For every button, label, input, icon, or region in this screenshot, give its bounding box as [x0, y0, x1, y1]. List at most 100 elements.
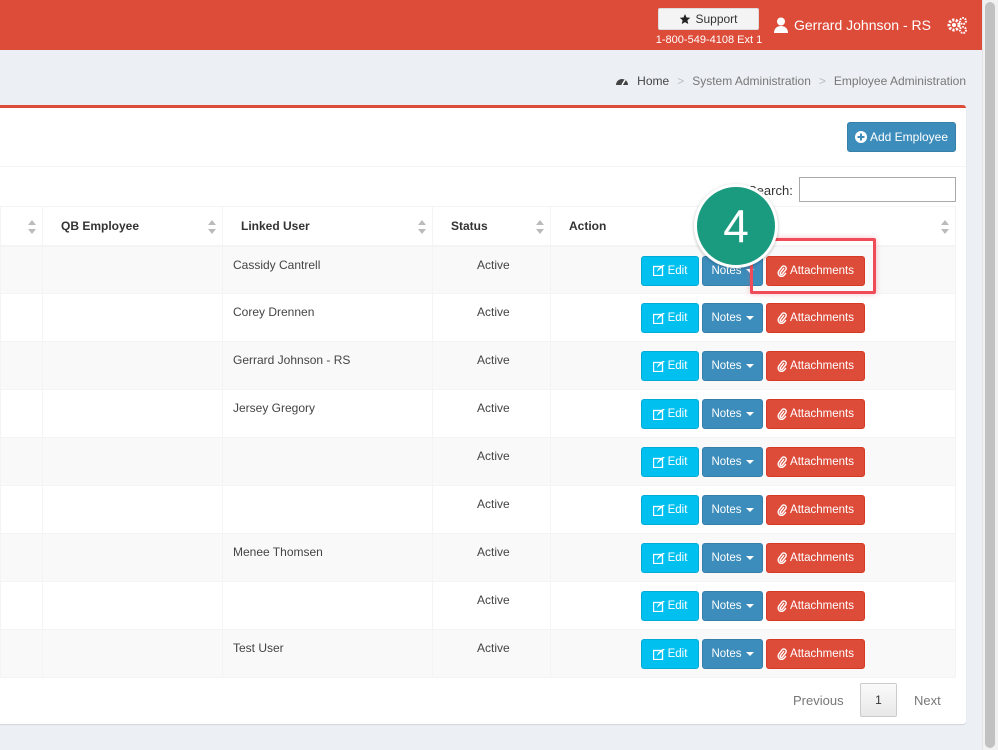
qb-employee-cell — [42, 437, 223, 486]
status-cell: Active — [432, 581, 551, 630]
linked-user-cell: Corey Drennen — [222, 293, 433, 342]
notes-dropdown-button[interactable]: Notes — [702, 303, 763, 333]
linked-user-cell: Test User — [222, 629, 433, 678]
status-cell: Active — [432, 485, 551, 534]
breadcrumb-separator: > — [677, 74, 685, 88]
edit-icon — [652, 265, 665, 276]
edit-label: Edit — [667, 408, 688, 420]
attachments-button[interactable]: Attachments — [766, 447, 865, 477]
notes-dropdown-button[interactable]: Notes — [702, 639, 763, 669]
attachments-button[interactable]: Attachments — [766, 591, 865, 621]
edit-button[interactable]: Edit — [641, 543, 699, 573]
notes-label: Notes — [711, 312, 742, 324]
notes-dropdown-button[interactable]: Notes — [702, 543, 763, 573]
box-header-divider — [0, 166, 966, 167]
support-phone: 1-800-549-4108 Ext 1 — [655, 34, 763, 46]
scrollbar-thumb[interactable] — [985, 2, 995, 748]
notes-label: Notes — [711, 552, 742, 564]
paperclip-icon — [777, 600, 787, 612]
name-cell — [0, 485, 43, 534]
table-row: Jersey Gregory Active Edit Notes Attachments — [0, 389, 956, 438]
linked-user-cell: Cassidy Cantrell — [222, 245, 433, 294]
qb-employee-cell — [42, 629, 223, 678]
attachments-button[interactable]: Attachments — [766, 543, 865, 573]
name-cell — [0, 533, 43, 582]
column-header-status[interactable]: Status — [432, 206, 551, 247]
edit-button[interactable]: Edit — [641, 351, 699, 381]
caret-down-icon — [745, 556, 754, 560]
edit-label: Edit — [667, 312, 688, 324]
pagination-next[interactable]: Next — [914, 693, 941, 708]
notes-dropdown-button[interactable]: Notes — [702, 495, 763, 525]
user-name: Gerrard Johnson - RS — [794, 17, 931, 33]
column-header-label: QB Employee — [61, 218, 140, 233]
support-button[interactable]: Support — [658, 8, 759, 30]
edit-button[interactable]: Edit — [641, 639, 699, 669]
attachments-button[interactable]: Attachments — [766, 351, 865, 381]
user-icon — [774, 17, 788, 33]
column-header-qb-employee[interactable]: QB Employee — [42, 206, 223, 247]
edit-icon — [652, 504, 665, 516]
employee-box: Add Employee Search: QB Employee Linked … — [0, 105, 966, 724]
top-navbar: Support 1-800-549-4108 Ext 1 Gerrard Joh… — [0, 0, 982, 50]
pagination-previous[interactable]: Previous — [793, 693, 844, 708]
user-menu[interactable]: Gerrard Johnson - RS — [774, 16, 931, 34]
edit-button[interactable]: Edit — [641, 399, 699, 429]
column-header-linked-user[interactable]: Linked User — [222, 206, 433, 247]
notes-dropdown-button[interactable]: Notes — [702, 399, 763, 429]
edit-button[interactable]: Edit — [641, 447, 699, 477]
edit-icon — [652, 456, 665, 468]
attachments-button[interactable]: Attachments — [766, 399, 865, 429]
name-cell — [0, 581, 43, 630]
edit-icon — [652, 360, 665, 372]
add-employee-button[interactable]: Add Employee — [847, 122, 956, 152]
column-header-label: Linked User — [241, 218, 310, 233]
pagination-page[interactable]: 1 — [860, 683, 897, 717]
edit-icon — [652, 552, 665, 564]
name-cell — [0, 293, 43, 342]
edit-button[interactable]: Edit — [641, 255, 699, 286]
edit-label: Edit — [667, 648, 688, 660]
dashboard-icon — [616, 79, 629, 86]
notes-label: Notes — [711, 600, 742, 612]
table-row: Active Edit Notes Attachments — [0, 437, 956, 486]
attachments-label: Attachments — [790, 408, 854, 420]
caret-down-icon — [745, 460, 754, 464]
paperclip-icon — [777, 408, 787, 420]
notes-dropdown-button[interactable]: Notes — [702, 591, 763, 621]
caret-down-icon — [745, 652, 754, 656]
table-row: Active Edit Notes Attachments — [0, 485, 956, 534]
column-header-name[interactable] — [0, 206, 43, 247]
name-cell — [0, 389, 43, 438]
breadcrumb-home[interactable]: Home — [637, 74, 669, 88]
notes-dropdown-button[interactable]: Notes — [702, 351, 763, 381]
paperclip-icon — [777, 312, 787, 324]
gears-icon[interactable] — [946, 15, 968, 35]
linked-user-cell: Gerrard Johnson - RS — [222, 341, 433, 390]
linked-user-cell: Jersey Gregory — [222, 389, 433, 438]
status-cell: Active — [432, 437, 551, 486]
attachments-button[interactable]: Attachments — [766, 495, 865, 525]
status-cell: Active — [432, 629, 551, 678]
attachments-label: Attachments — [790, 312, 854, 324]
attachments-button[interactable]: Attachments — [766, 639, 865, 669]
linked-user-cell — [222, 437, 433, 486]
column-header-label: Status — [451, 218, 488, 233]
attachments-button[interactable]: Attachments — [766, 303, 865, 333]
table-row: Menee Thomsen Active Edit Notes Attachments — [0, 533, 956, 582]
edit-button[interactable]: Edit — [641, 495, 699, 525]
linked-user-cell: Menee Thomsen — [222, 533, 433, 582]
breadcrumb-system-administration[interactable]: System Administration — [692, 74, 811, 88]
edit-button[interactable]: Edit — [641, 591, 699, 621]
notes-dropdown-button[interactable]: Notes — [702, 447, 763, 477]
search-input[interactable] — [799, 177, 956, 202]
edit-label: Edit — [667, 360, 688, 372]
qb-employee-cell — [42, 245, 223, 294]
caret-down-icon — [745, 316, 754, 320]
breadcrumb: Home > System Administration > Employee … — [615, 73, 966, 89]
sort-icon — [418, 220, 426, 234]
edit-icon — [652, 312, 665, 324]
edit-button[interactable]: Edit — [641, 303, 699, 333]
action-cell: Edit Notes Attachments — [550, 629, 956, 678]
qb-employee-cell — [42, 293, 223, 342]
